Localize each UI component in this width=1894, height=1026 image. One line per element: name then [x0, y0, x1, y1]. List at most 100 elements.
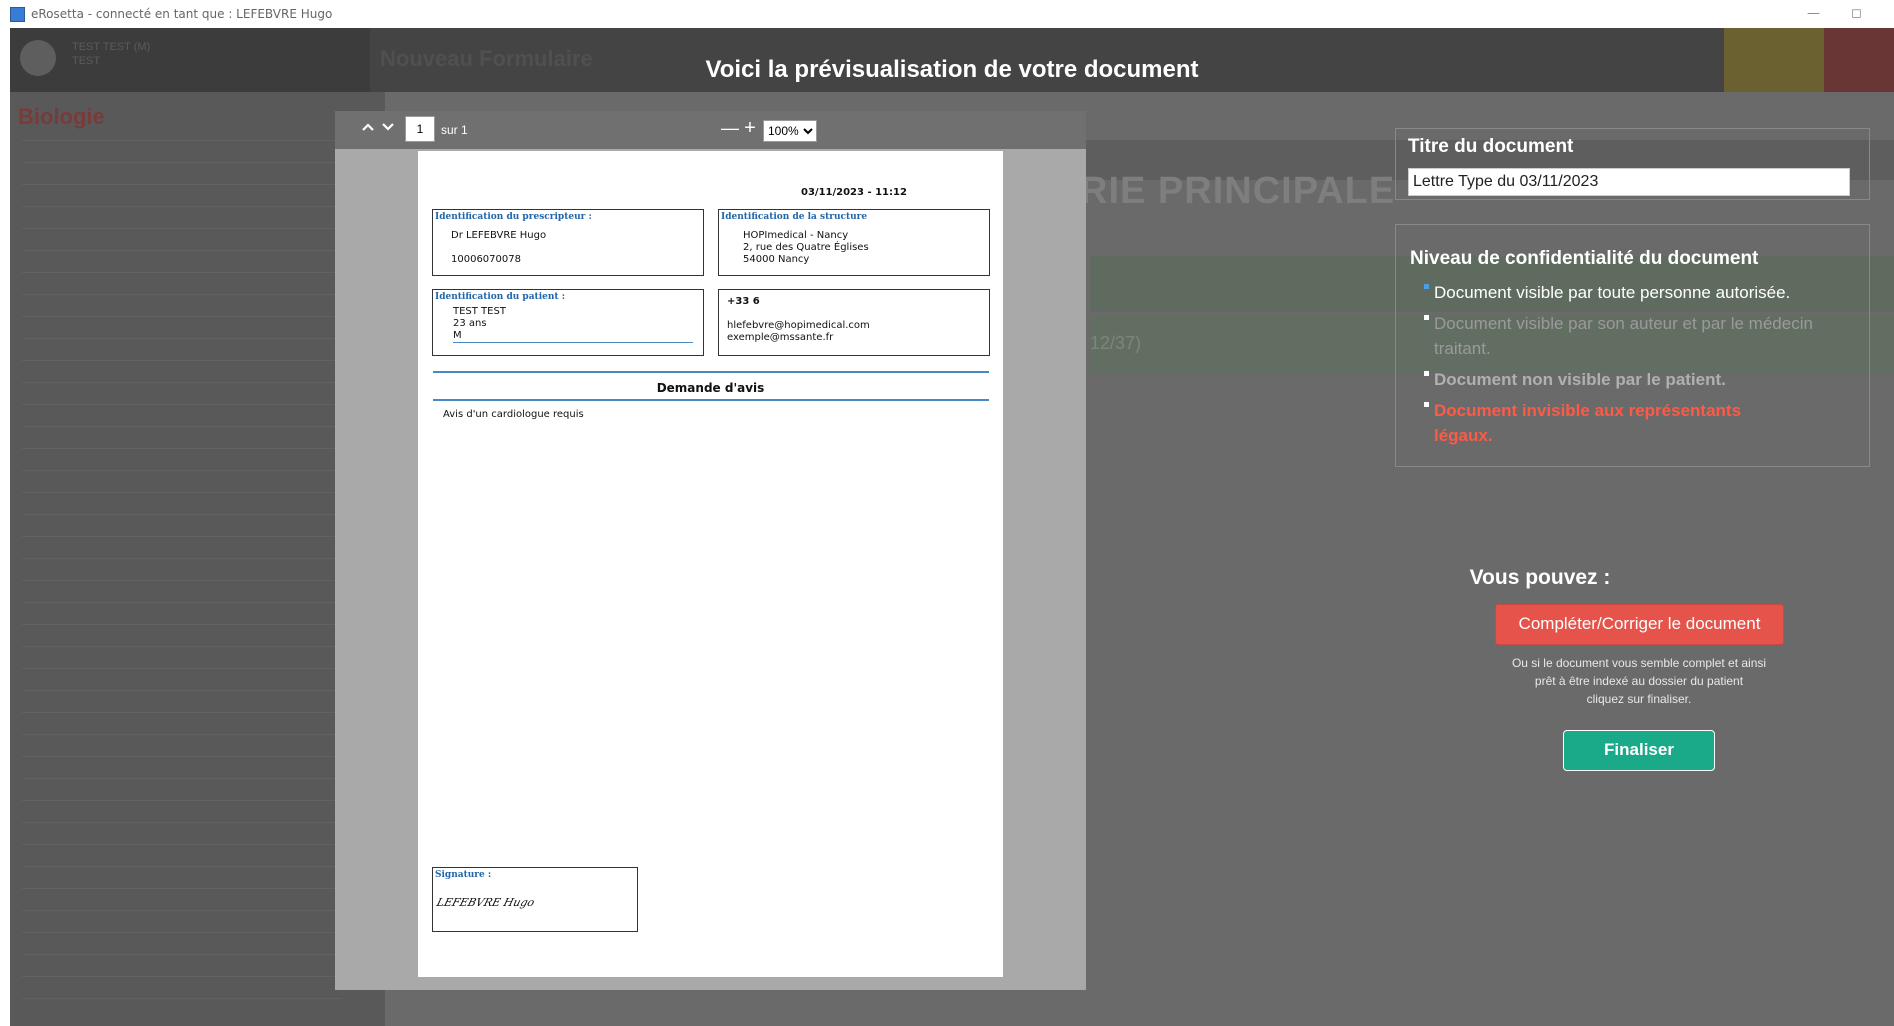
background-sidebar-heading: Biologie — [18, 104, 105, 129]
user-name-text: TEST TEST (M) — [72, 41, 151, 53]
patient-box: Identification du patient : TEST TEST 23… — [432, 289, 704, 356]
document-body: Avis d'un cardiologue requis — [443, 409, 584, 420]
background-row — [22, 712, 342, 713]
actions-heading: Vous pouvez : — [1469, 566, 1611, 589]
zoom-in-button[interactable]: + — [739, 116, 761, 140]
background-row — [22, 360, 342, 361]
confidentiality-option[interactable]: Document visible par toute personne auto… — [1424, 280, 1844, 305]
help-line: cliquez sur finaliser. — [1586, 692, 1692, 706]
title-heading: Titre du document — [1408, 136, 1574, 157]
background-row — [22, 448, 342, 449]
finalize-help-text: Ou si le document vous semble complet et… — [1450, 654, 1828, 708]
background-row — [22, 228, 342, 229]
chevron-down-icon[interactable] — [377, 116, 399, 140]
contact-phone: +33 6 — [727, 296, 760, 307]
confidentiality-text: Document visible par son auteur et par l… — [1434, 314, 1813, 358]
background-row — [22, 514, 342, 515]
app-icon — [10, 6, 25, 22]
background-row — [22, 382, 342, 383]
window-titlebar: eRosetta - connecté en tant que : LEFEBV… — [0, 0, 1894, 28]
background-row — [22, 668, 342, 669]
minimize-button[interactable]: — — [1807, 6, 1820, 21]
background-row — [22, 734, 342, 735]
contact-email: hlefebvre@hopimedical.com — [727, 320, 870, 331]
chevron-up-icon[interactable] — [357, 116, 379, 140]
document-page: 03/11/2023 - 11:12 Identification du pre… — [418, 151, 1003, 977]
background-row — [22, 624, 342, 625]
patient-name: TEST TEST — [453, 306, 506, 317]
document-title-input[interactable] — [1408, 168, 1850, 196]
background-row — [22, 602, 342, 603]
background-green-text: 12/37) — [1090, 333, 1142, 353]
signature-image: LEFEBVRE Hugo — [435, 896, 536, 909]
background-row — [22, 338, 342, 339]
section-divider — [433, 371, 989, 373]
confidentiality-text: Document invisible aux représentants lég… — [1434, 401, 1742, 445]
background-sidebar — [10, 92, 385, 1026]
confidentiality-option[interactable]: Document invisible aux représentants lég… — [1424, 398, 1774, 448]
zoom-select[interactable]: 100% — [763, 120, 817, 142]
app-area: TEST TEST (M) TEST Nouveau Formulaire Bi… — [10, 28, 1894, 1026]
background-row — [22, 910, 342, 911]
prescriber-id: 10006070078 — [451, 254, 521, 265]
patient-underline — [453, 342, 693, 343]
background-row — [22, 954, 342, 955]
background-row — [22, 580, 342, 581]
background-row — [22, 426, 342, 427]
structure-city: 54000 Nancy — [743, 254, 810, 265]
document-date: 03/11/2023 - 11:12 — [801, 187, 907, 198]
signature-label: Signature : — [435, 870, 492, 880]
background-row — [22, 800, 342, 801]
background-row — [22, 976, 342, 977]
structure-address: 2, rue des Quatre Églises — [743, 242, 869, 253]
background-row — [22, 470, 342, 471]
structure-label: Identification de la structure — [721, 212, 868, 222]
maximize-button[interactable]: ◻ — [1851, 6, 1862, 21]
help-line: Ou si le document vous semble complet et… — [1511, 656, 1767, 670]
window-title: eRosetta - connecté en tant que : LEFEBV… — [31, 7, 333, 21]
confidentiality-text: Document visible par toute personne auto… — [1434, 283, 1791, 302]
pdf-viewer: sur 1 — + 100% 03/11/2023 - 11:12 Identi… — [335, 111, 1086, 990]
background-row — [22, 272, 342, 273]
signature-box: Signature : LEFEBVRE Hugo — [432, 867, 638, 932]
background-row — [22, 866, 342, 867]
complete-document-button[interactable]: Compléter/Corriger le document — [1495, 604, 1784, 645]
bullet-icon — [1424, 371, 1429, 376]
background-row — [22, 250, 342, 251]
section-title: Demande d'avis — [656, 381, 765, 395]
background-section-title: RIE PRINCIPALE — [1080, 170, 1396, 212]
background-row — [22, 822, 342, 823]
background-row — [22, 646, 342, 647]
patient-sex: M — [453, 330, 462, 341]
section-divider — [433, 399, 989, 401]
confidentiality-option[interactable]: Document visible par son auteur et par l… — [1424, 311, 1844, 361]
background-row — [22, 778, 342, 779]
patient-label: Identification du patient : — [435, 292, 566, 302]
background-row — [22, 316, 342, 317]
zoom-out-button[interactable]: — — [719, 116, 741, 140]
background-row — [22, 404, 342, 405]
confidentiality-text: Document non visible par le patient. — [1434, 370, 1726, 389]
finalize-button[interactable]: Finaliser — [1563, 730, 1715, 771]
prescriber-label: Identification du prescripteur : — [435, 212, 592, 222]
confidentiality-heading: Niveau de confidentialité du document — [1410, 248, 1759, 269]
page-total-label: sur 1 — [441, 123, 468, 137]
prescriber-name: Dr LEFEBVRE Hugo — [451, 230, 547, 241]
background-row — [22, 888, 342, 889]
confidentiality-option[interactable]: Document non visible par le patient. — [1424, 367, 1844, 392]
background-row — [22, 162, 342, 163]
background-row — [22, 932, 342, 933]
background-row — [22, 844, 342, 845]
background-row — [22, 140, 342, 141]
bullet-icon — [1424, 315, 1429, 320]
page-number-input[interactable] — [405, 116, 435, 142]
structure-name: HOPImedical - Nancy — [743, 230, 849, 241]
background-row — [22, 184, 342, 185]
background-row — [22, 536, 342, 537]
background-row — [22, 998, 342, 999]
contact-box: +33 6 hlefebvre@hopimedical.com exemple@… — [718, 289, 990, 356]
contact-mssante: exemple@mssante.fr — [727, 332, 834, 343]
viewer-toolbar: sur 1 — + 100% — [335, 111, 1086, 149]
patient-age: 23 ans — [453, 318, 487, 329]
modal-title: Voici la prévisualisation de votre docum… — [705, 56, 1199, 83]
